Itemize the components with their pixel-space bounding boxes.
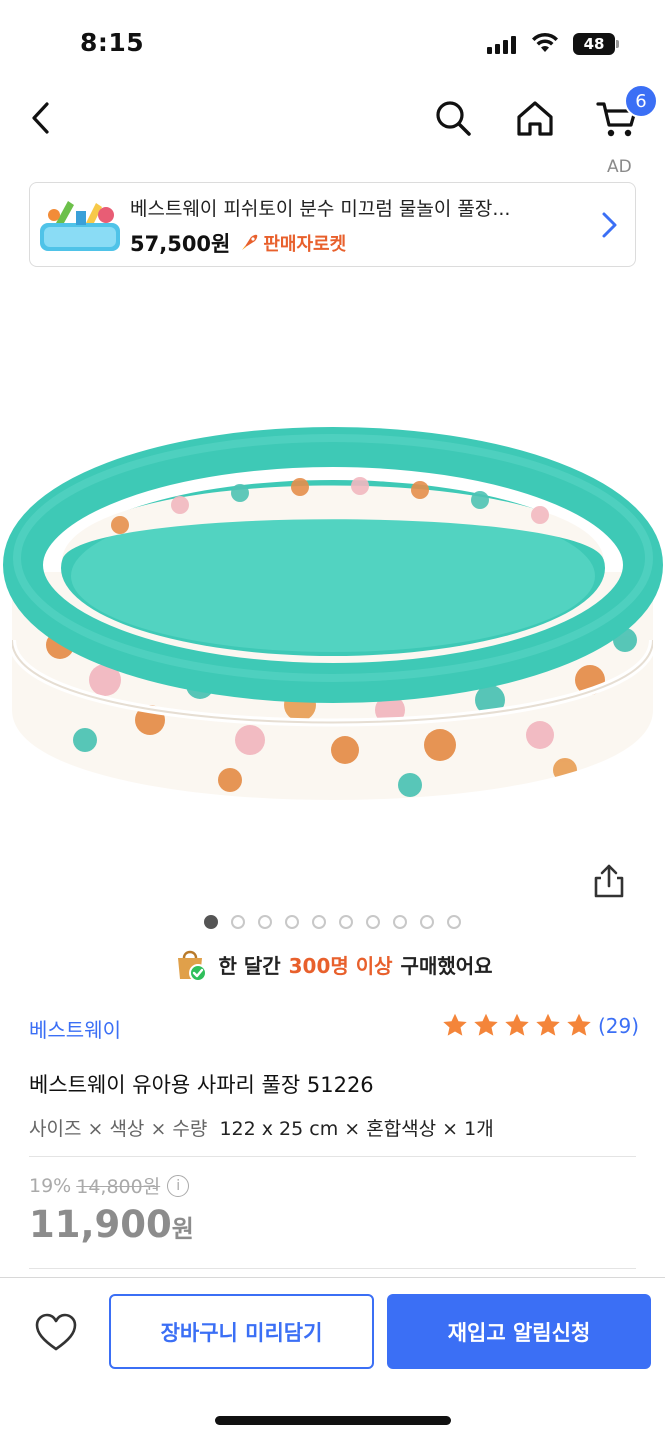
star-icon [536,1013,560,1036]
ad-price: 57,500원 [130,232,231,256]
share-icon[interactable] [590,862,628,900]
signal-icon [487,36,516,54]
rocket-badge-label: 판매자로켓 [263,234,347,255]
discount-row: 19% 14,800원 i [29,1172,190,1199]
option-label: 사이즈 × 색상 × 수량 [29,1118,208,1140]
sale-price-value: 11,900 [29,1203,172,1246]
rocket-icon [242,234,258,250]
battery-icon: 48 [573,33,615,55]
ad-banner[interactable]: 베스트웨이 피쉬토이 분수 미끄럼 물놀이 풀장... 57,500원 판매자로… [29,182,636,267]
seller-rocket-badge: 판매자로켓 [238,230,346,256]
star-rating[interactable] [441,1012,593,1039]
discount-rate: 19% [29,1174,72,1197]
shopping-bag-check-icon [178,950,208,982]
pager-dot[interactable] [285,915,299,929]
purchase-count-banner: 한 달간 300명 이상 구매했어요 [0,946,665,982]
star-icon [443,1013,467,1036]
product-image[interactable] [0,340,665,860]
status-time: 8:15 [80,28,145,57]
ad-label: AD [607,157,632,177]
sale-price-unit: 원 [171,1215,194,1243]
ad-product-thumbnail [40,201,120,251]
add-to-cart-button[interactable]: 장바구니 미리담기 [109,1294,374,1369]
gallery-pager[interactable] [0,915,665,929]
ad-title: 베스트웨이 피쉬토이 분수 미끄럼 물놀이 풀장... [130,198,511,220]
brand-link[interactable]: 베스트웨이 [29,1014,121,1043]
option-line: 사이즈 × 색상 × 수량 122 x 25 cm × 혼합색상 × 1개 [29,1114,494,1141]
chevron-left-icon[interactable] [26,98,56,138]
pager-dot[interactable] [366,915,380,929]
wifi-icon [532,32,558,52]
divider [29,1268,636,1269]
divider [29,1156,636,1157]
pager-dot[interactable] [312,915,326,929]
purchase-prefix: 한 달간 [218,953,281,978]
purchase-suffix: 구매했어요 [400,953,493,978]
pager-dot[interactable] [339,915,353,929]
battery-cap [616,40,619,48]
search-icon[interactable] [433,98,473,138]
star-icon [505,1013,529,1036]
info-icon[interactable]: i [167,1174,190,1197]
original-price: 14,800원 [76,1176,161,1198]
ad-price-row: 57,500원 판매자로켓 [130,228,346,258]
star-icon [567,1013,591,1036]
status-bar: 8:15 48 [0,0,665,88]
pager-dot[interactable] [204,915,218,929]
cart-count-badge[interactable]: 6 [624,84,658,118]
pager-dot[interactable] [231,915,245,929]
restock-notify-button[interactable]: 재입고 알림신청 [387,1294,651,1369]
pager-dot[interactable] [447,915,461,929]
home-indicator [215,1416,451,1425]
bottom-action-bar: 장바구니 미리담기 재입고 알림신청 [0,1277,665,1440]
chevron-right-icon[interactable] [598,209,620,241]
home-icon[interactable] [514,98,556,140]
pager-dot[interactable] [393,915,407,929]
pager-dot[interactable] [420,915,434,929]
purchase-highlight: 300명 이상 [288,953,393,978]
review-count[interactable]: (29) [598,1014,639,1038]
pager-dot[interactable] [258,915,272,929]
option-value: 122 x 25 cm × 혼합색상 × 1개 [219,1118,494,1140]
heart-icon[interactable] [34,1312,78,1354]
sale-price: 11,900원 [29,1203,194,1246]
star-icon [474,1013,498,1036]
product-title: 베스트웨이 유아용 사파리 풀장 51226 [29,1073,374,1097]
